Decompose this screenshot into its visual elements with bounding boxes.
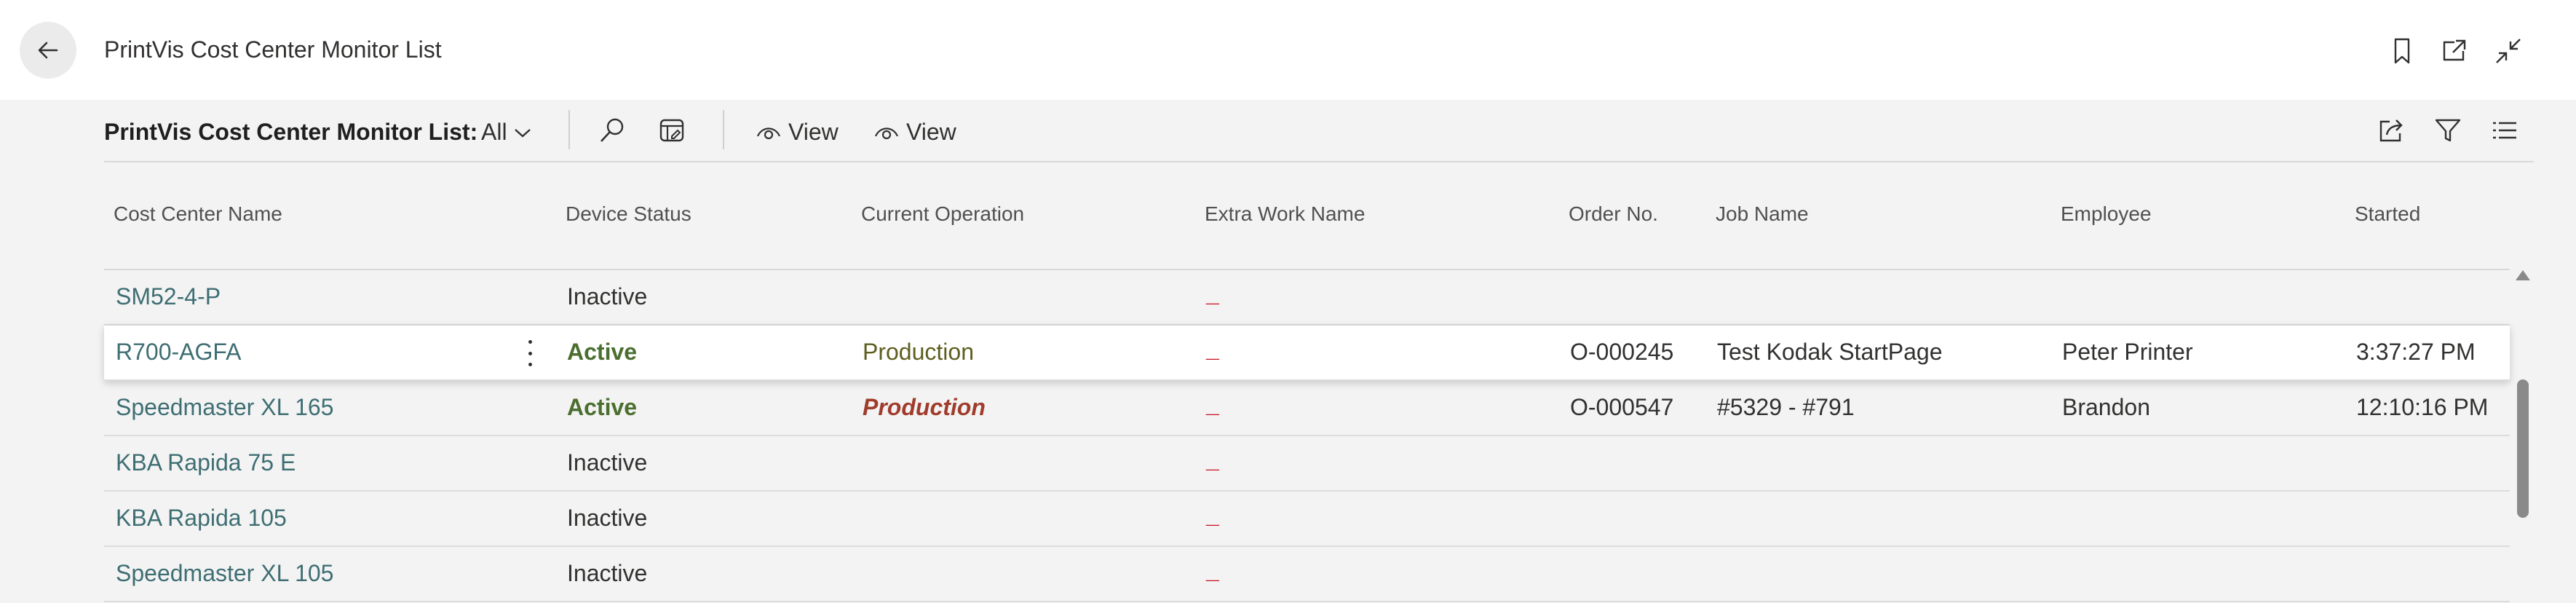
column-header-employee[interactable]: Employee bbox=[2061, 202, 2152, 226]
job-name: Test Kodak StartPage bbox=[1717, 339, 1943, 365]
device-status: Inactive bbox=[567, 560, 648, 586]
eye-icon bbox=[874, 127, 899, 139]
separator bbox=[568, 110, 570, 149]
started: 12:10:16 PM bbox=[2356, 394, 2489, 420]
page-header: PrintVis Cost Center Monitor List bbox=[0, 0, 2576, 100]
content-area: PrintVis Cost Center Monitor List: All V… bbox=[0, 100, 2576, 603]
row-actions-menu[interactable] bbox=[519, 340, 541, 366]
scroll-up-arrow-icon[interactable] bbox=[2516, 270, 2530, 280]
table-row[interactable]: KBA Rapida 105 Inactive _ bbox=[104, 492, 2510, 547]
share-button[interactable] bbox=[2374, 113, 2409, 148]
share-icon bbox=[2379, 119, 2403, 142]
list-options-icon bbox=[2493, 122, 2516, 139]
device-status: Inactive bbox=[567, 283, 648, 310]
cost-center-name-link[interactable]: SM52-4-P bbox=[116, 283, 221, 310]
filter-button[interactable] bbox=[2430, 113, 2465, 148]
table-row[interactable]: Speedmaster XL 165 Active Production _ O… bbox=[104, 381, 2510, 436]
extra-work-name: _ bbox=[1206, 280, 1219, 307]
view-button-2-label: View bbox=[906, 119, 956, 145]
view-button-2[interactable]: View bbox=[874, 119, 956, 146]
extra-work-name: _ bbox=[1206, 391, 1219, 417]
column-header-cost-center-name[interactable]: Cost Center Name bbox=[114, 202, 282, 226]
scroll-thumb[interactable] bbox=[2517, 379, 2529, 518]
extra-work-name: _ bbox=[1206, 557, 1219, 583]
job-name: #5329 - #791 bbox=[1717, 394, 1855, 420]
device-status: Active bbox=[567, 394, 638, 420]
cost-center-name-link[interactable]: R700-AGFA bbox=[116, 339, 242, 366]
open-in-new-window-button[interactable] bbox=[2436, 32, 2473, 70]
column-header-started[interactable]: Started bbox=[2355, 202, 2420, 226]
device-status: Active bbox=[567, 339, 638, 365]
page-title: PrintVis Cost Center Monitor List bbox=[104, 36, 442, 63]
table-row-selected[interactable]: R700-AGFA Active Production _ O-000245 T… bbox=[104, 326, 2510, 381]
view-button-1-label: View bbox=[788, 119, 839, 145]
device-status: Inactive bbox=[567, 449, 648, 476]
collapse-button[interactable] bbox=[2489, 32, 2527, 70]
order-no: O-000547 bbox=[1570, 394, 1674, 420]
cost-center-name-link[interactable]: Speedmaster XL 105 bbox=[116, 560, 333, 587]
bookmark-button[interactable] bbox=[2383, 32, 2421, 70]
started: 3:37:27 PM bbox=[2356, 339, 2476, 365]
employee: Peter Printer bbox=[2062, 339, 2193, 365]
extra-work-name: _ bbox=[1206, 502, 1219, 528]
bookmark-icon bbox=[2394, 38, 2410, 64]
device-status: Inactive bbox=[567, 505, 648, 531]
edit-list-button[interactable] bbox=[654, 113, 689, 148]
more-dot-icon bbox=[528, 363, 532, 366]
action-bar: PrintVis Cost Center Monitor List: All V… bbox=[104, 100, 2534, 162]
collapse-icon bbox=[2496, 39, 2521, 63]
table-row[interactable]: KBA Rapida 75 E Inactive _ bbox=[104, 436, 2510, 492]
column-header-extra-work-name[interactable]: Extra Work Name bbox=[1205, 202, 1365, 226]
more-dot-icon bbox=[528, 351, 532, 355]
filter-icon bbox=[2435, 119, 2461, 142]
search-button[interactable] bbox=[595, 113, 630, 148]
column-header-device-status[interactable]: Device Status bbox=[566, 202, 691, 226]
extra-work-name: _ bbox=[1206, 446, 1219, 473]
column-header-job-name[interactable]: Job Name bbox=[1716, 202, 1809, 226]
data-grid: Cost Center Name Device Status Current O… bbox=[104, 161, 2510, 602]
current-operation: Production bbox=[863, 394, 986, 420]
edit-list-icon bbox=[659, 119, 684, 142]
cost-center-name-link[interactable]: KBA Rapida 105 bbox=[116, 505, 287, 532]
table-row[interactable]: SM52-4-P Inactive _ bbox=[104, 270, 2510, 326]
cost-center-name-link[interactable]: Speedmaster XL 165 bbox=[116, 394, 333, 421]
employee: Brandon bbox=[2062, 394, 2150, 420]
more-dot-icon bbox=[528, 340, 532, 344]
search-icon bbox=[601, 118, 624, 142]
order-no: O-000245 bbox=[1570, 339, 1674, 365]
eye-icon bbox=[756, 127, 781, 139]
column-header-current-operation[interactable]: Current Operation bbox=[861, 202, 1024, 226]
back-arrow-icon bbox=[38, 42, 58, 59]
view-filter-value: All bbox=[481, 119, 507, 145]
list-options-button[interactable] bbox=[2487, 113, 2522, 148]
separator bbox=[723, 110, 724, 149]
grid-header: Cost Center Name Device Status Current O… bbox=[104, 161, 2510, 270]
list-name: PrintVis Cost Center Monitor List: bbox=[104, 119, 478, 145]
view-button-1[interactable]: View bbox=[756, 119, 839, 146]
vertical-scrollbar[interactable] bbox=[2516, 270, 2530, 603]
view-filter-dropdown[interactable]: All bbox=[481, 119, 532, 146]
chevron-down-icon bbox=[514, 128, 531, 138]
back-button[interactable] bbox=[20, 22, 76, 79]
cost-center-name-link[interactable]: KBA Rapida 75 E bbox=[116, 449, 296, 476]
current-operation: Production bbox=[863, 339, 974, 365]
extra-work-name: _ bbox=[1206, 336, 1219, 362]
column-header-order-no[interactable]: Order No. bbox=[1569, 202, 1658, 226]
table-row[interactable]: Speedmaster XL 105 Inactive _ bbox=[104, 547, 2510, 602]
open-new-window-icon bbox=[2443, 39, 2466, 61]
